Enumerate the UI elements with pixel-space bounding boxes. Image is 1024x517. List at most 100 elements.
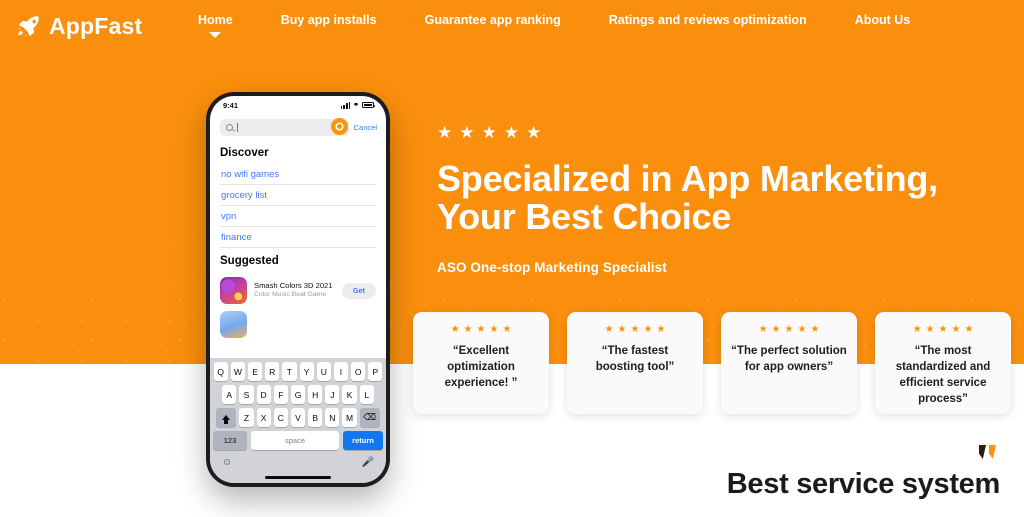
key-y[interactable]: Y [299, 362, 314, 381]
key-q[interactable]: Q [213, 362, 228, 381]
star-icon: ★ [476, 324, 486, 335]
keyboard-row: 123 space return [213, 431, 383, 450]
card-rating-stars: ★ ★ ★ ★ ★ [605, 325, 666, 335]
wifi-icon: ⚭ [353, 101, 359, 109]
key-t[interactable]: T [282, 362, 297, 381]
key-b[interactable]: B [308, 408, 323, 427]
search-icon [226, 124, 233, 131]
app-icon [220, 311, 247, 338]
discover-term[interactable]: finance [220, 227, 376, 248]
testimonial-card[interactable]: ★ ★ ★ ★ ★ “Excellent optimization experi… [413, 312, 549, 414]
star-icon: ★ [463, 324, 473, 335]
key-o[interactable]: O [351, 362, 366, 381]
key-c[interactable]: C [273, 408, 288, 427]
backspace-key[interactable]: ⌫ [359, 408, 380, 427]
nav-item-guarantee-app-ranking[interactable]: Guarantee app ranking [401, 14, 585, 39]
brand-name: AppFast [49, 12, 143, 39]
cancel-button[interactable]: Cancel [354, 123, 377, 132]
emoji-icon[interactable]: ☺ [222, 458, 232, 468]
phone-content: Discover no wifi games grocery list vpn … [210, 140, 386, 358]
card-rating-stars: ★ ★ ★ ★ ★ [451, 325, 512, 335]
nav-item-home[interactable]: Home [174, 14, 257, 39]
key-e[interactable]: E [247, 362, 263, 381]
testimonial-text: “The perfect solution for app owners” [731, 345, 847, 373]
star-icon: ★ [925, 324, 935, 335]
testimonial-card[interactable]: ★ ★ ★ ★ ★ “The most standardized and eff… [875, 312, 1011, 414]
key-g[interactable]: G [290, 385, 306, 404]
list-item[interactable]: Smash Colors 3D 2021 Color Music Beat Ga… [220, 272, 376, 308]
app-meta: Smash Colors 3D 2021 Color Music Beat Ga… [254, 281, 335, 300]
key-v[interactable]: V [290, 408, 306, 427]
key-r[interactable]: R [265, 362, 280, 381]
app-meta [254, 320, 256, 329]
star-icon: ★ [810, 324, 820, 335]
key-h[interactable]: H [308, 385, 323, 404]
star-icon: ★ [758, 324, 768, 335]
key-f[interactable]: F [273, 385, 288, 404]
star-icon: ★ [797, 324, 807, 335]
battery-icon [362, 102, 376, 108]
key-u[interactable]: U [316, 362, 331, 381]
nav-links: Home Buy app installs Guarantee app rank… [174, 14, 934, 39]
key-n[interactable]: N [325, 408, 340, 427]
nav-item-ratings-and-reviews-optimization[interactable]: Ratings and reviews optimization [585, 14, 831, 39]
testimonial-card[interactable]: ★ ★ ★ ★ ★ “The fastest boosting tool” [567, 312, 703, 414]
pointer-ring-icon [331, 118, 348, 135]
card-rating-stars: ★ ★ ★ ★ ★ [759, 325, 820, 335]
discover-term[interactable]: no wifi games [220, 164, 376, 185]
star-icon: ★ [630, 324, 640, 335]
key-s[interactable]: S [239, 385, 254, 404]
suggested-heading: Suggested [220, 255, 279, 267]
key-m[interactable]: M [342, 408, 357, 427]
space-key[interactable]: space [251, 431, 339, 450]
get-button[interactable]: Get [341, 282, 376, 299]
list-item[interactable] [220, 308, 376, 338]
search-input[interactable] [220, 119, 349, 136]
status-indicators: ⚭ [340, 101, 376, 109]
key-i[interactable]: I [333, 362, 349, 381]
nav-item-buy-app-installs[interactable]: Buy app installs [257, 14, 401, 39]
key-x[interactable]: X [256, 408, 271, 427]
nav-item-about-us[interactable]: About Us [831, 14, 935, 39]
quote-mark-dark [979, 445, 986, 459]
nav-item-label: Ratings and reviews optimization [608, 12, 807, 27]
key-z[interactable]: Z [239, 408, 254, 427]
hero-copy: ★ ★ ★ ★ ★ Specialized in App Marketing, … [437, 124, 997, 275]
nav-item-label: Buy app installs [280, 12, 377, 27]
discover-term[interactable]: grocery list [220, 185, 376, 206]
app-subtitle: Color Music Beat Game [254, 291, 327, 299]
chevron-down-icon [209, 32, 222, 39]
key-w[interactable]: W [230, 362, 245, 381]
phone-screen: 9:41 ⚭ Cancel Discover no wifi games gro… [210, 96, 386, 483]
best-service-heading: Best service system [726, 468, 1001, 500]
testimonial-text: “The fastest boosting tool” [595, 345, 675, 373]
star-icon: ★ [771, 324, 781, 335]
key-j[interactable]: J [325, 385, 340, 404]
key-a[interactable]: A [222, 385, 237, 404]
keyboard-row: A S D F G H J K L [213, 385, 383, 404]
testimonial-text: “The most standardized and efficient ser… [895, 345, 991, 405]
nav-item-label: Guarantee app ranking [424, 12, 561, 27]
keyboard-row: Q W E R T Y U I O P [213, 362, 383, 381]
discover-term[interactable]: vpn [220, 206, 376, 227]
testimonial-text: “Excellent optimization experience! ” [444, 345, 518, 389]
status-time: 9:41 [223, 100, 239, 110]
top-navigation-bar: AppFast Home Buy app installs Guarantee … [0, 0, 1024, 52]
testimonial-card-list: ★ ★ ★ ★ ★ “Excellent optimization experi… [413, 312, 1011, 414]
shift-icon [222, 415, 231, 424]
phone-mockup: 9:41 ⚭ Cancel Discover no wifi games gro… [206, 92, 390, 487]
testimonial-card[interactable]: ★ ★ ★ ★ ★ “The perfect solution for app … [721, 312, 857, 414]
key-d[interactable]: D [256, 385, 271, 404]
rocket-icon [17, 16, 39, 37]
keyboard-row: Z X C V B N M ⌫ [213, 408, 383, 427]
star-icon: ★ [526, 123, 542, 142]
key-k[interactable]: K [342, 385, 357, 404]
numbers-key[interactable]: 123 [213, 431, 247, 450]
keyboard-bottom-row: ☺ 🎤 [213, 454, 383, 471]
key-p[interactable]: P [368, 362, 383, 381]
shift-key[interactable] [216, 408, 237, 427]
key-l[interactable]: L [359, 385, 374, 404]
return-key[interactable]: return [343, 431, 383, 450]
microphone-icon[interactable]: 🎤 [362, 458, 374, 468]
brand-logo[interactable]: AppFast [16, 13, 166, 39]
